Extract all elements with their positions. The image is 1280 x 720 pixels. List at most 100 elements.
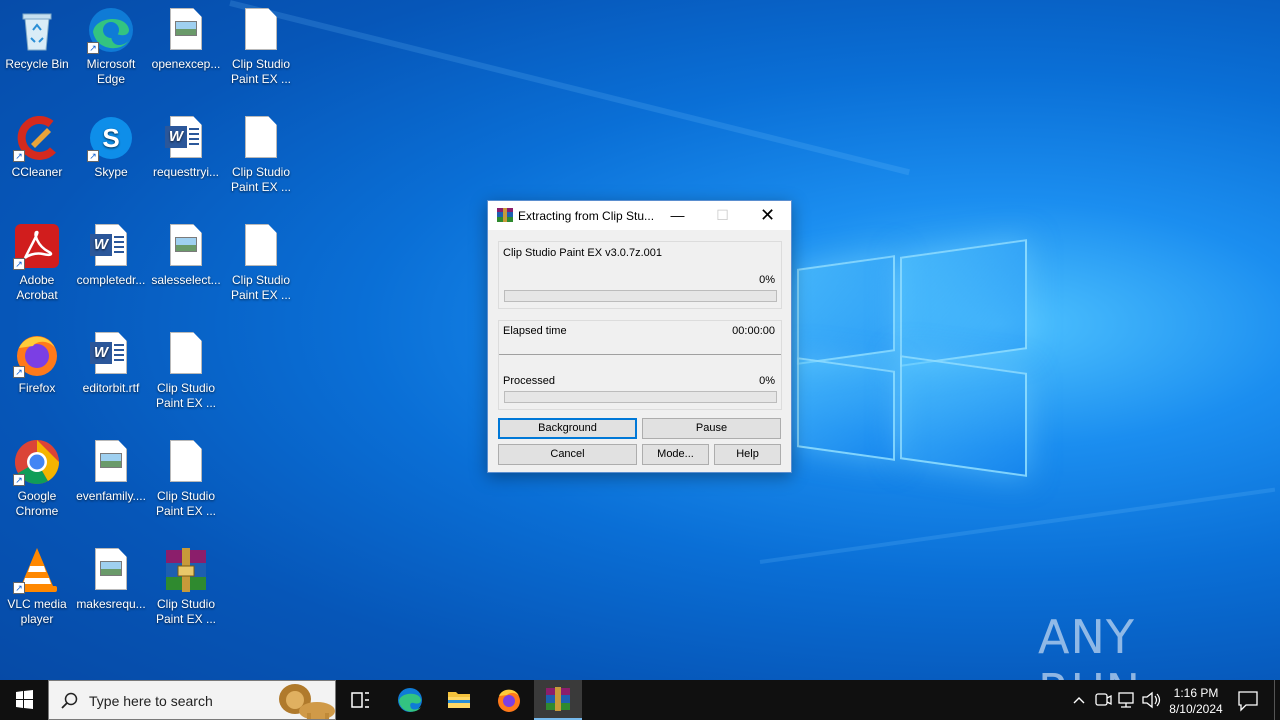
desktop-icon-label: Skype: [94, 165, 128, 179]
desktop-icon-skype[interactable]: S ↗ Skype: [73, 114, 149, 180]
word-document-icon: W: [87, 330, 135, 378]
speaker-icon: [1142, 691, 1161, 709]
dialog-title-bar[interactable]: Extracting from Clip Stu... — ☐ ✕: [488, 201, 791, 230]
desktop-icon-label: CCleaner: [11, 165, 63, 179]
search-icon: [61, 692, 78, 709]
desktop-icon-image-file[interactable]: openexcep...: [148, 6, 224, 72]
clock-date: 8/10/2024: [1169, 702, 1223, 716]
volume-button[interactable]: [1140, 680, 1162, 720]
network-button[interactable]: [1116, 680, 1138, 720]
shortcut-arrow-icon: ↗: [13, 150, 25, 162]
maximize-icon: ☐: [716, 207, 729, 223]
desktop-icon-label: salesselect...: [151, 273, 221, 287]
desktop-icon-vlc[interactable]: ↗ VLC media player: [0, 546, 75, 627]
meet-now-button[interactable]: [1092, 680, 1114, 720]
shortcut-arrow-icon: ↗: [13, 258, 25, 270]
action-center-button[interactable]: [1232, 680, 1264, 720]
desktop-icon-label: Clip Studio Paint EX ...: [230, 57, 292, 86]
processed-percent: 0%: [759, 375, 775, 387]
taskbar-file-explorer[interactable]: [435, 680, 483, 720]
clock-time: 1:16 PM: [1173, 686, 1219, 700]
desktop-icon-label: editorbit.rtf: [82, 381, 140, 395]
anyrun-watermark: ANY RUN: [1038, 610, 1238, 718]
task-view-button[interactable]: [336, 680, 384, 720]
desktop-icon-word-document[interactable]: W editorbit.rtf: [73, 330, 149, 396]
start-button[interactable]: [0, 680, 48, 720]
desktop-icon-google-chrome[interactable]: ↗ Google Chrome: [0, 438, 75, 519]
desktop-icon-label: completedr...: [76, 273, 146, 287]
desktop-icon-microsoft-edge[interactable]: ↗ Microsoft Edge: [73, 6, 149, 87]
minimize-icon: —: [670, 207, 685, 223]
desktop-icon-blank-file[interactable]: Clip Studio Paint EX ...: [223, 6, 299, 87]
file-progress-bar: [504, 290, 777, 302]
desktop-icon-word-document[interactable]: W completedr...: [73, 222, 149, 288]
time-progress-group: Elapsed time 00:00:00 Processed 0%: [498, 320, 782, 410]
desktop-icon-label: VLC media player: [7, 597, 67, 626]
desktop-icon-image-file[interactable]: makesrequ...: [73, 546, 149, 612]
task-view-icon: [351, 692, 369, 708]
firefox-icon: ↗: [13, 330, 61, 378]
desktop-icon-ccleaner[interactable]: ↗ CCleaner: [0, 114, 75, 180]
winrar-icon: [546, 687, 570, 711]
desktop-icon-image-file[interactable]: evenfamily....: [73, 438, 149, 504]
camera-icon: [1095, 693, 1112, 706]
desktop-icon-label: Clip Studio Paint EX ...: [155, 597, 217, 626]
clock[interactable]: 1:16 PM 8/10/2024: [1164, 680, 1228, 720]
file-percent: 0%: [759, 274, 775, 286]
light-beam: [229, 0, 910, 176]
windows-logo-pane: [797, 255, 895, 365]
background-button[interactable]: Background: [498, 418, 637, 439]
close-button[interactable]: ✕: [745, 201, 790, 230]
taskbar-firefox[interactable]: [485, 680, 533, 720]
adobe-acrobat-icon: ↗: [13, 222, 61, 270]
vlc-icon: ↗: [13, 546, 61, 594]
desktop-icon-label: evenfamily....: [76, 489, 146, 503]
chrome-icon: ↗: [13, 438, 61, 486]
desktop-icon-blank-file[interactable]: Clip Studio Paint EX ...: [223, 114, 299, 195]
desktop-icon-label: Microsoft Edge: [86, 57, 136, 86]
desktop-icon-label: Clip Studio Paint EX ...: [155, 489, 217, 518]
blank-file-icon: [162, 438, 210, 486]
mode-button[interactable]: Mode...: [642, 444, 709, 465]
desktop-icon-label: Adobe Acrobat: [16, 273, 58, 302]
desktop-icon-recycle-bin[interactable]: Recycle Bin: [0, 6, 75, 72]
lion-graphic-icon: [279, 684, 335, 719]
search-box[interactable]: Type here to search: [48, 680, 336, 720]
desktop-icon-label: Recycle Bin: [5, 57, 69, 71]
desktop-icon-image-file[interactable]: salesselect...: [148, 222, 224, 288]
pause-button[interactable]: Pause: [642, 418, 781, 439]
edge-icon: [398, 688, 422, 712]
blank-file-icon: [237, 114, 285, 162]
desktop-icon-label: Clip Studio Paint EX ...: [155, 381, 217, 410]
help-button[interactable]: Help: [714, 444, 781, 465]
desktop-icon-label: Clip Studio Paint EX ...: [230, 165, 292, 194]
separator: [499, 354, 781, 355]
image-file-icon: [87, 438, 135, 486]
edge-icon: ↗: [87, 6, 135, 54]
shortcut-arrow-icon: ↗: [13, 366, 25, 378]
desktop-icon-blank-file[interactable]: Clip Studio Paint EX ...: [148, 438, 224, 519]
cancel-button[interactable]: Cancel: [498, 444, 637, 465]
elapsed-time-label: Elapsed time: [503, 325, 567, 337]
show-desktop-button[interactable]: [1274, 680, 1280, 720]
minimize-button[interactable]: —: [655, 201, 700, 230]
dialog-title: Extracting from Clip Stu...: [518, 209, 655, 223]
desktop-icon-firefox[interactable]: ↗ Firefox: [0, 330, 75, 396]
folder-icon: [448, 692, 470, 708]
desktop-icon-winrar-archive[interactable]: Clip Studio Paint EX ...: [148, 546, 224, 627]
processed-label: Processed: [503, 375, 555, 387]
processed-progress-bar: [504, 391, 777, 403]
desktop-icon-blank-file[interactable]: Clip Studio Paint EX ...: [148, 330, 224, 411]
taskbar-edge[interactable]: [386, 680, 434, 720]
extraction-dialog: Extracting from Clip Stu... — ☐ ✕ Clip S…: [487, 200, 792, 473]
image-file-icon: [162, 6, 210, 54]
show-hidden-icons-button[interactable]: [1068, 680, 1090, 720]
taskbar-winrar[interactable]: [534, 680, 582, 720]
windows-icon: [16, 690, 33, 709]
file-progress-group: Clip Studio Paint EX v3.0.7z.001 0%: [498, 241, 782, 309]
svg-text:S: S: [102, 123, 119, 153]
shortcut-arrow-icon: ↗: [87, 150, 99, 162]
desktop-icon-adobe-acrobat[interactable]: ↗ Adobe Acrobat: [0, 222, 75, 303]
desktop-icon-word-document[interactable]: W requesttryi...: [148, 114, 224, 180]
desktop-icon-blank-file[interactable]: Clip Studio Paint EX ...: [223, 222, 299, 303]
